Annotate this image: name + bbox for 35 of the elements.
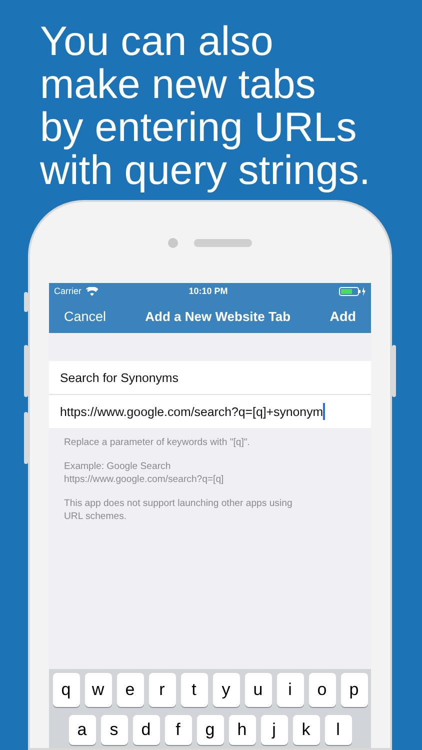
key[interactable]: w [84,673,112,707]
hint-text: Example: Google Search https://www.google.com/search?q=[q] [63,460,225,486]
key[interactable]: a [68,715,96,745]
cancel-button[interactable]: Cancel [64,308,106,324]
text-cursor [323,403,325,420]
key[interactable]: r [148,673,176,707]
key[interactable]: h [228,715,256,745]
key[interactable]: g [196,715,224,745]
key[interactable]: s [100,715,128,745]
nav-title: Add a New Website Tab [145,308,291,324]
key[interactable]: d [132,715,160,745]
key[interactable]: e [116,673,144,707]
key[interactable]: k [292,715,320,745]
key[interactable]: f [164,715,192,745]
key[interactable]: q [52,673,80,707]
camera-icon [168,238,178,248]
key[interactable]: o [308,673,336,707]
headline: You can also make new tabs by entering URLs with query strings. [39,17,372,195]
carrier-label: Carrier [54,286,82,296]
url-field[interactable]: https://www.google.com/search?q=[q]+synonym [60,403,325,420]
key[interactable]: l [324,715,352,745]
wifi-icon [86,286,98,296]
key[interactable]: t [180,673,208,707]
battery-icon [339,286,366,296]
hint-text: This app does not support launching other apps using URL schemes. [63,497,294,523]
key[interactable]: p [340,673,368,707]
add-button[interactable]: Add [330,308,356,324]
time-label: 10:10 PM [188,286,229,296]
key[interactable]: j [260,715,288,745]
key[interactable]: u [244,673,272,707]
hint-text: Replace a parameter of keywords with "[q]". [63,436,251,449]
speaker-icon [194,239,252,247]
name-field[interactable]: Search for Synonyms [60,370,178,384]
key[interactable]: i [276,673,304,707]
key[interactable]: y [212,673,240,707]
